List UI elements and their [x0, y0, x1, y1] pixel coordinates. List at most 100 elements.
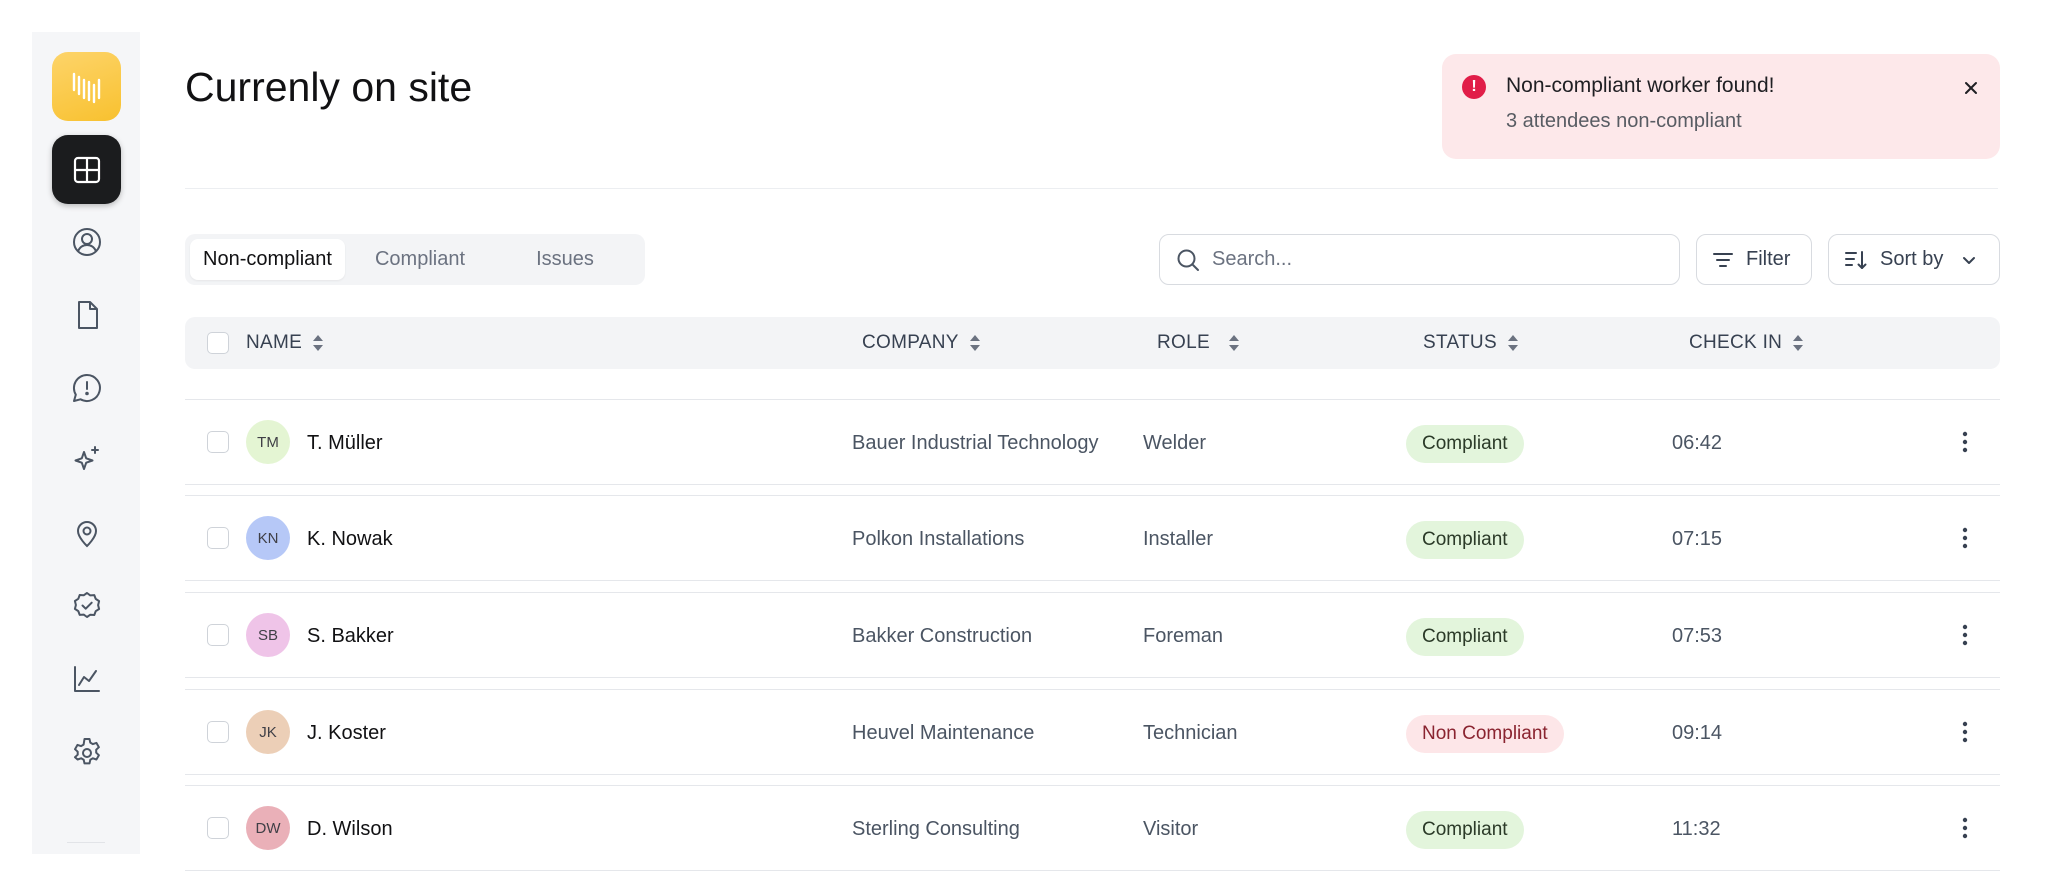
sidebar-item-dashboard[interactable]	[52, 135, 121, 204]
user-circle-icon	[72, 227, 101, 256]
avatar: DW	[246, 806, 290, 850]
sidebar-divider	[67, 842, 105, 843]
worker-name: S. Bakker	[307, 624, 394, 647]
table-row[interactable]: JK J. Koster Heuvel Maintenance Technici…	[185, 689, 2000, 775]
status-badge: Compliant	[1406, 811, 1524, 849]
filter-button[interactable]: Filter	[1696, 234, 1812, 285]
search-box	[1159, 234, 1680, 285]
sidebar-item-compliance[interactable]	[52, 571, 121, 640]
company-name: Bauer Industrial Technology	[852, 431, 1099, 454]
role: Visitor	[1143, 817, 1199, 840]
check-in-time: 07:53	[1672, 624, 1723, 647]
chevron-down-icon	[1963, 256, 1976, 264]
column-header-status[interactable]: STATUS	[1423, 317, 1519, 369]
toast-message: 3 attendees non-compliant	[1506, 110, 1742, 132]
company-name: Heuvel Maintenance	[852, 721, 1035, 744]
avatar: TM	[246, 420, 290, 464]
more-vertical-icon	[1962, 527, 1968, 549]
map-pin-icon	[76, 520, 97, 547]
worker-name: D. Wilson	[307, 817, 393, 840]
table-header: NAME COMPANY ROLE STATUS CHECK IN	[185, 317, 2000, 369]
row-checkbox[interactable]	[207, 527, 229, 549]
row-checkbox[interactable]	[207, 721, 229, 743]
sort-arrows-icon	[313, 335, 324, 351]
worker-name: J. Koster	[307, 721, 386, 744]
role: Installer	[1143, 527, 1214, 550]
filter-lines-icon	[1713, 252, 1733, 267]
table-row[interactable]: KN K. Nowak Polkon Installations Install…	[185, 495, 2000, 581]
line-chart-icon	[73, 665, 100, 692]
row-actions-button[interactable]	[1950, 620, 1980, 650]
row-checkbox[interactable]	[207, 431, 229, 453]
alert-message-icon	[72, 373, 101, 402]
role: Welder	[1143, 431, 1206, 454]
table-row[interactable]: DW D. Wilson Sterling Consulting Visitor…	[185, 785, 2000, 871]
header-divider	[185, 188, 1998, 189]
more-vertical-icon	[1962, 817, 1968, 839]
column-label: STATUS	[1423, 332, 1497, 353]
sidebar-item-ai[interactable]	[52, 425, 121, 494]
sort-arrows-icon	[1507, 335, 1518, 351]
row-checkbox[interactable]	[207, 624, 229, 646]
column-header-name[interactable]: NAME	[246, 317, 324, 369]
check-in-time: 06:42	[1672, 431, 1723, 454]
sort-arrows-icon	[1793, 335, 1804, 351]
sort-lines-icon	[1845, 250, 1867, 269]
file-icon	[77, 300, 98, 329]
toast-close-button[interactable]	[1956, 73, 1986, 103]
row-checkbox[interactable]	[207, 817, 229, 839]
column-header-company[interactable]: COMPANY	[862, 317, 981, 369]
gear-icon	[73, 737, 100, 764]
column-label: ROLE	[1157, 332, 1210, 353]
sort-label: Sort by	[1880, 248, 1944, 270]
worker-name: T. Müller	[307, 431, 383, 454]
badge-check-icon	[73, 591, 100, 618]
sort-by-button[interactable]: Sort by	[1828, 234, 2000, 285]
sparkles-icon	[74, 445, 99, 470]
sidebar-item-settings[interactable]	[52, 717, 121, 786]
layout-grid-icon	[73, 156, 100, 183]
sidebar-item-analytics[interactable]	[52, 644, 121, 713]
row-actions-button[interactable]	[1950, 717, 1980, 747]
status-badge: Compliant	[1406, 425, 1524, 463]
sidebar-item-messages[interactable]	[52, 353, 121, 422]
company-name: Polkon Installations	[852, 527, 1025, 550]
sidebar-item-documents[interactable]	[52, 280, 121, 349]
company-name: Sterling Consulting	[852, 817, 1020, 840]
column-header-check-in[interactable]: CHECK IN	[1689, 317, 1804, 369]
page-title: Currenly on site	[185, 64, 473, 110]
sidebar	[32, 32, 140, 854]
tab-compliant[interactable]: Compliant	[350, 239, 490, 280]
avatar: KN	[246, 516, 290, 560]
column-label: CHECK IN	[1689, 332, 1783, 353]
more-vertical-icon	[1962, 431, 1968, 453]
role: Foreman	[1143, 624, 1224, 647]
waveform-logo-icon[interactable]	[52, 52, 121, 121]
sort-arrows-icon	[1228, 335, 1239, 351]
row-actions-button[interactable]	[1950, 427, 1980, 457]
sidebar-item-locations[interactable]	[52, 498, 121, 567]
sidebar-item-people[interactable]	[52, 207, 121, 276]
table-row[interactable]: SB S. Bakker Bakker Construction Foreman…	[185, 592, 2000, 678]
column-label: NAME	[246, 332, 303, 353]
row-actions-button[interactable]	[1950, 813, 1980, 843]
tab-issues[interactable]: Issues	[495, 239, 635, 280]
column-header-role[interactable]: ROLE	[1157, 317, 1240, 369]
row-actions-button[interactable]	[1950, 523, 1980, 553]
close-icon	[1965, 82, 1977, 94]
company-name: Bakker Construction	[852, 624, 1033, 647]
select-all-checkbox[interactable]	[207, 332, 229, 354]
check-in-time: 07:15	[1672, 527, 1723, 550]
status-badge: Non Compliant	[1406, 715, 1564, 753]
error-toast: ! Non-compliant worker found! 3 attendee…	[1442, 54, 2000, 159]
status-badge: Compliant	[1406, 521, 1524, 559]
more-vertical-icon	[1962, 721, 1968, 743]
column-label: COMPANY	[862, 332, 959, 353]
tab-non-compliant[interactable]: Non-compliant	[190, 239, 345, 280]
check-in-time: 09:14	[1672, 721, 1723, 744]
search-icon	[1177, 249, 1199, 271]
filter-label: Filter	[1746, 248, 1791, 270]
table-row[interactable]: TM T. Müller Bauer Industrial Technology…	[185, 399, 2000, 485]
search-input[interactable]	[1212, 243, 1652, 276]
check-in-time: 11:32	[1672, 817, 1721, 840]
